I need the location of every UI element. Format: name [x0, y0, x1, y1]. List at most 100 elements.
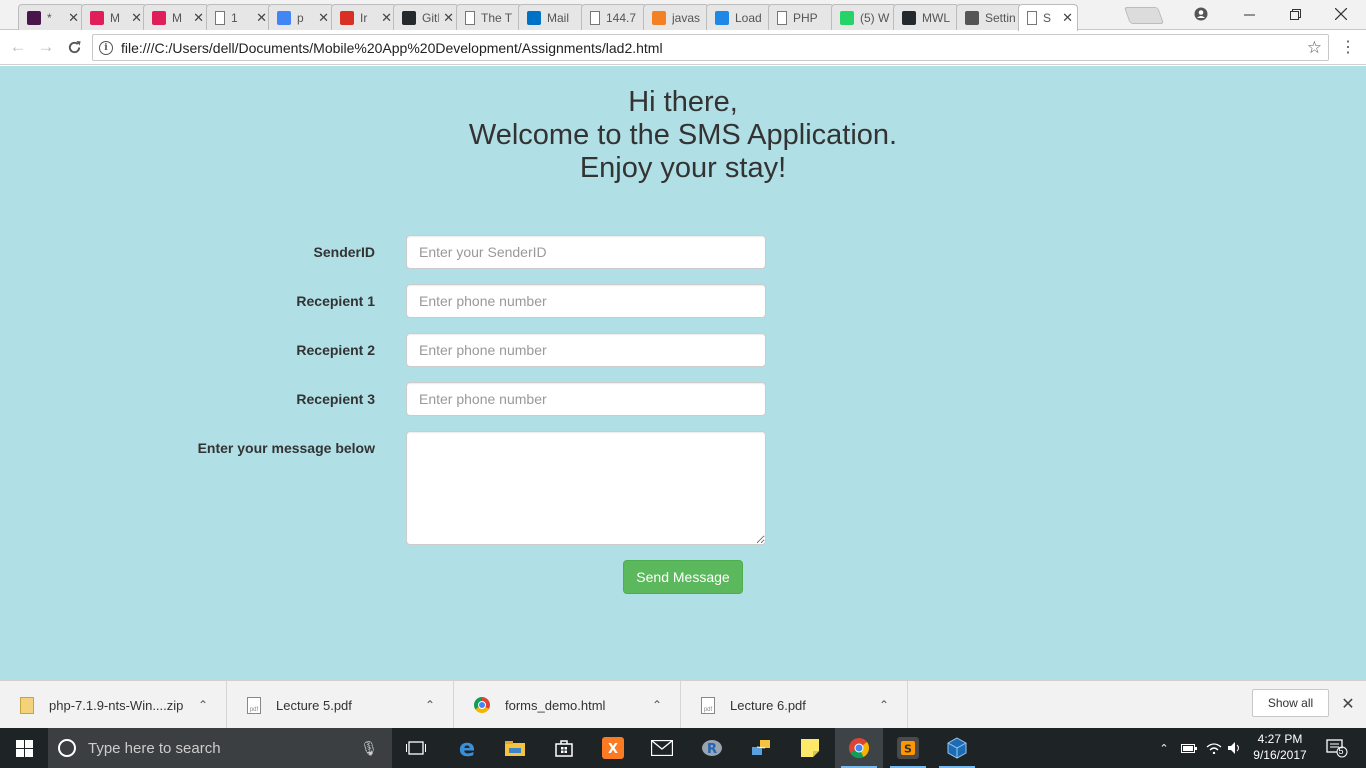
tab-label: S — [1043, 11, 1052, 25]
slack-icon — [90, 10, 104, 25]
browser-tab[interactable]: M ✕ — [81, 4, 147, 30]
tab-label: * — [47, 10, 52, 25]
chevron-up-icon[interactable]: ⌃ — [879, 698, 889, 712]
browser-tab[interactable]: Ir ✕ — [331, 4, 397, 30]
close-tab-icon[interactable]: ✕ — [318, 10, 329, 26]
wifi-icon[interactable] — [1203, 728, 1225, 768]
page-icon — [590, 10, 600, 25]
browser-tab[interactable]: Load — [706, 4, 772, 30]
battery-icon[interactable] — [1178, 728, 1200, 768]
download-item[interactable]: pdf Lecture 6.pdf ⌃ — [681, 681, 908, 729]
close-download-bar-icon[interactable]: ✕ — [1339, 693, 1357, 715]
browser-tab[interactable]: 1 ✕ — [206, 4, 272, 30]
download-name: php-7.1.9-nts-Win....zip — [49, 697, 184, 713]
volume-icon[interactable] — [1226, 728, 1244, 768]
close-tab-icon[interactable]: ✕ — [193, 10, 204, 26]
svg-text:S: S — [904, 743, 912, 756]
info-icon[interactable]: i — [99, 40, 113, 55]
browser-tab[interactable]: PHP — [768, 4, 834, 30]
cortana-icon — [58, 739, 76, 757]
chevron-up-icon[interactable]: ⌃ — [425, 698, 435, 712]
close-tab-icon[interactable]: ✕ — [443, 10, 454, 26]
virtualbox-icon[interactable] — [933, 728, 981, 768]
system-clock[interactable]: 4:27 PM 9/16/2017 — [1244, 731, 1316, 763]
message-textarea[interactable] — [406, 431, 766, 545]
download-item[interactable]: php-7.1.9-nts-Win....zip ⌃ — [0, 681, 227, 729]
outlook-icon — [527, 10, 541, 25]
browser-tab[interactable]: Settin — [956, 4, 1022, 30]
browser-tab[interactable]: * ✕ — [18, 4, 84, 30]
greeting-line-1: Hi there, — [628, 86, 738, 118]
tab-label: (5) W — [860, 10, 890, 25]
menu-dots-icon[interactable]: ⋮ — [1340, 37, 1356, 57]
download-item[interactable]: pdf Lecture 5.pdf ⌃ — [227, 681, 454, 729]
restore-button[interactable] — [1272, 0, 1318, 28]
pdf-file-icon: pdf — [247, 696, 261, 714]
r-language-icon[interactable]: R — [688, 728, 736, 768]
browser-tab[interactable]: MWL — [893, 4, 959, 30]
profile-icon[interactable] — [1178, 0, 1224, 28]
close-tab-icon[interactable]: ✕ — [131, 10, 142, 26]
edge-browser-icon[interactable]: e — [443, 728, 491, 768]
close-tab-icon[interactable]: ✕ — [1062, 10, 1073, 26]
store-icon[interactable] — [540, 728, 588, 768]
new-tab-button[interactable] — [1123, 7, 1165, 24]
reload-button[interactable] — [64, 37, 84, 57]
tab-label: Ir — [360, 10, 368, 25]
recipient-3-input[interactable] — [406, 382, 766, 416]
forward-button[interactable]: → — [36, 37, 56, 57]
chrome-taskbar-icon[interactable] — [835, 728, 883, 768]
recipient-2-input[interactable] — [406, 333, 766, 367]
windows-start-button[interactable] — [0, 728, 48, 768]
action-center-icon[interactable]: 5 — [1322, 728, 1352, 768]
tab-label: GitH — [422, 10, 439, 25]
back-button[interactable]: ← — [8, 37, 28, 57]
chrome-file-icon — [474, 697, 490, 713]
senderid-input[interactable] — [406, 235, 766, 269]
download-name: Lecture 6.pdf — [730, 697, 806, 713]
microphone-icon[interactable]: 🎙 — [360, 740, 378, 757]
close-tab-icon[interactable]: ✕ — [381, 10, 392, 26]
browser-tab[interactable]: 144.7 — [581, 4, 647, 30]
browser-tab[interactable]: GitH ✕ — [393, 4, 459, 30]
browser-tab[interactable]: (5) W — [831, 4, 897, 30]
greeting-line-3: Enjoy your stay! — [579, 152, 787, 184]
browser-tab[interactable]: javas — [643, 4, 709, 30]
mail-icon[interactable] — [638, 728, 686, 768]
browser-tab[interactable]: S ✕ — [1018, 4, 1078, 31]
close-tab-icon[interactable]: ✕ — [256, 10, 267, 26]
task-view-icon[interactable] — [392, 728, 440, 768]
url-text[interactable]: file:///C:/Users/dell/Documents/Mobile%2… — [121, 40, 1307, 56]
xampp-icon[interactable]: X — [589, 728, 637, 768]
browser-tab[interactable]: Mail — [518, 4, 584, 30]
address-bar[interactable]: i file:///C:/Users/dell/Documents/Mobile… — [92, 34, 1329, 61]
hash-icon — [27, 10, 41, 25]
minimize-button[interactable] — [1226, 0, 1272, 28]
download-name: forms_demo.html — [505, 697, 606, 713]
clock-time: 4:27 PM — [1257, 732, 1303, 746]
taskbar-search-placeholder: Type here to search — [88, 739, 221, 757]
page-icon — [215, 10, 225, 25]
chevron-up-icon[interactable]: ⌃ — [652, 698, 662, 712]
show-all-downloads-button[interactable]: Show all — [1252, 689, 1329, 717]
close-window-button[interactable] — [1318, 0, 1364, 28]
browser-tab[interactable]: M ✕ — [143, 4, 209, 30]
chevron-up-icon[interactable]: ⌃ — [198, 698, 208, 712]
browser-tab[interactable]: The T — [456, 4, 522, 30]
github-icon — [402, 10, 416, 25]
sticky-notes-icon[interactable] — [786, 728, 834, 768]
notification-count: 5 — [1338, 746, 1344, 756]
bookmark-star-icon[interactable]: ☆ — [1307, 38, 1322, 58]
tab-label: MWL — [922, 10, 950, 25]
taskbar-search-box[interactable]: Type here to search 🎙 — [48, 728, 392, 768]
recipient-1-label: Recepient 1 — [296, 293, 375, 309]
file-explorer-icon[interactable] — [491, 728, 539, 768]
tray-chevron-up-icon[interactable]: ⌃ — [1156, 728, 1172, 768]
network-app-icon[interactable] — [737, 728, 785, 768]
download-item[interactable]: forms_demo.html ⌃ — [454, 681, 681, 729]
browser-tab[interactable]: p ✕ — [268, 4, 334, 30]
sublime-text-icon[interactable]: S — [884, 728, 932, 768]
close-tab-icon[interactable]: ✕ — [68, 10, 79, 26]
recipient-1-input[interactable] — [406, 284, 766, 318]
send-message-button[interactable]: Send Message — [623, 560, 743, 594]
